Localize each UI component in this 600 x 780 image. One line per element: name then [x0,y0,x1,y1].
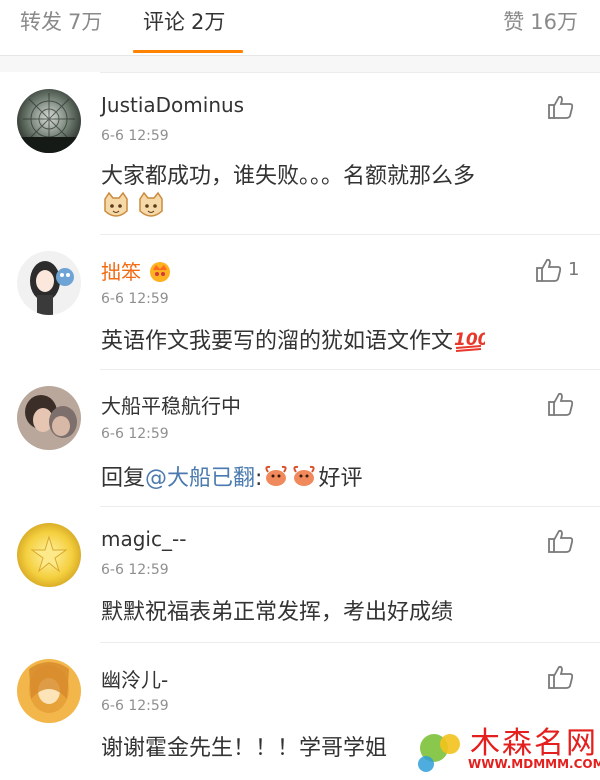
like-thumbs-up-icon[interactable] [535,256,563,284]
like-thumbs-up-icon[interactable] [547,390,575,418]
mention-colon: : [255,466,263,491]
comment-item: 拙笨 6-6 12:59 英语作文我要写的溜的犹如语文作文100 1 [0,235,600,370]
tab-comments-label: 评论 [143,10,185,34]
username[interactable]: JustiaDominus [101,93,244,117]
timestamp: 6-6 12:59 [101,128,169,144]
tab-likes-count: 16万 [530,10,578,34]
watermark-title: 木森名网 [470,726,598,761]
timestamp: 6-6 12:59 [101,698,169,714]
like-thumbs-up-icon[interactable] [547,527,575,555]
comment-text-body: 英语作文我要写的溜的犹如语文作文 [101,329,454,354]
lobster-emoji-icon [290,463,318,495]
cat-face-emoji [136,191,166,225]
comment-suffix: 好评 [318,466,363,491]
username-text: 拙笨 [101,260,141,284]
reply-prefix: 回复 [101,466,146,491]
timestamp: 6-6 12:59 [101,426,169,442]
like-thumbs-up-icon[interactable] [547,663,575,691]
comment-item: 大船平稳航行中 6-6 12:59 回复@大船已翻: 好评 [0,370,600,507]
tab-likes-label: 赞 [503,10,525,34]
tab-likes[interactable]: 赞 16万 [503,0,578,56]
username[interactable]: 幽泠儿- [101,664,168,693]
comment-page: 转发 7万 评论 2万 赞 16万 JustiaDominus 6-6 12:5… [0,0,600,780]
lobster-emoji-icon [262,463,290,495]
comment-item: JustiaDominus 6-6 12:59 大家都成功，谁失败。。。名额就那… [0,73,600,235]
tab-repost-count: 7万 [68,10,103,34]
mention-link[interactable]: @大船已翻 [145,466,255,491]
tab-bar: 转发 7万 评论 2万 赞 16万 [0,0,600,56]
tab-comments[interactable]: 评论 2万 [143,0,225,56]
cat-face-emoji [101,191,131,225]
avatar[interactable] [17,523,81,587]
comment-text: 大家都成功，谁失败。。。名额就那么多 [101,164,476,189]
timestamp: 6-6 12:59 [101,291,169,307]
vip-crown-badge-icon [147,259,173,288]
timestamp: 6-6 12:59 [101,562,169,578]
active-tab-indicator [133,50,243,53]
avatar[interactable] [17,251,81,315]
100-emoji-icon: 100 [453,326,490,358]
username[interactable]: 拙笨 [101,256,173,288]
tab-comments-count: 2万 [191,10,226,34]
tab-repost-label: 转发 [20,10,62,34]
like-count: 1 [568,259,580,280]
comment-text: 谢谢霍金先生！！！学哥学姐 [101,736,388,761]
comment-item: magic_-- 6-6 12:59 默默祝福表弟正常发挥，考出好成绩 [0,507,600,643]
watermark-url: WWW.MDMMM.COM [468,757,600,771]
emoji-row [101,191,166,225]
tab-repost[interactable]: 转发 7万 [20,0,102,56]
username[interactable]: magic_-- [101,527,186,551]
comment-text: 默默祝福表弟正常发挥，考出好成绩 [101,600,454,625]
section-gap [0,56,600,72]
comment-text: 英语作文我要写的溜的犹如语文作文100 [101,323,490,358]
username[interactable]: 大船平稳航行中 [101,390,241,419]
avatar[interactable] [17,659,81,723]
avatar[interactable] [17,89,81,153]
like-thumbs-up-icon[interactable] [547,93,575,121]
comment-text: 回复@大船已翻: 好评 [101,460,362,495]
avatar[interactable] [17,386,81,450]
